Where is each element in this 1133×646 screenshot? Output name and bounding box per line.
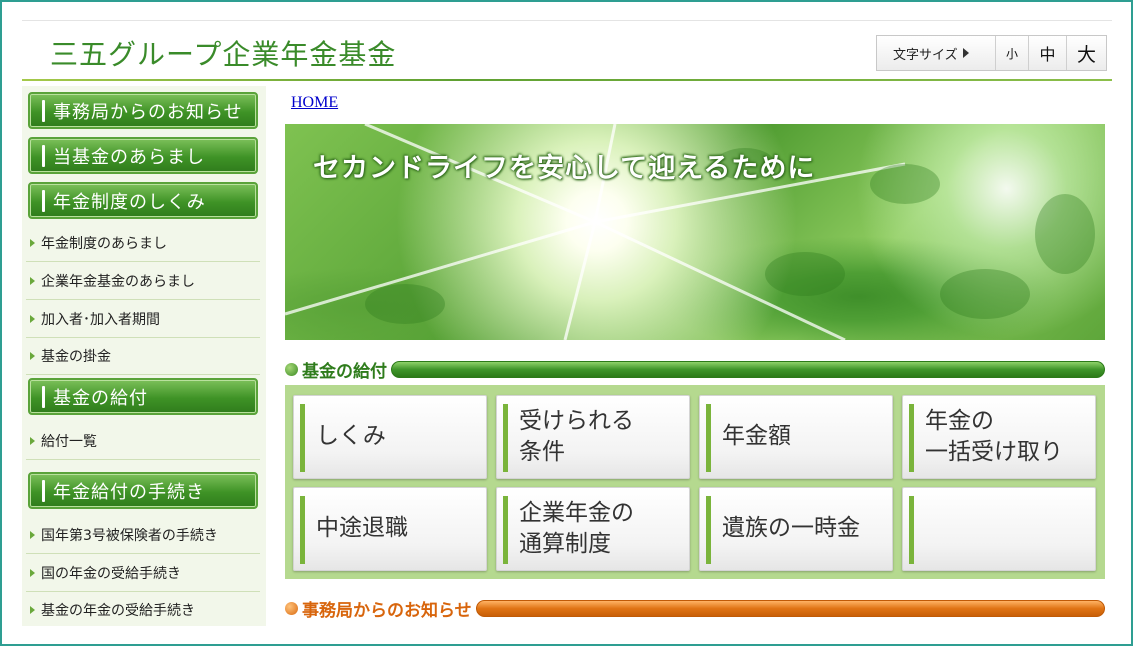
benefit-button-label: 遺族の一時金 [722,515,860,542]
section-rule [475,599,1105,617]
sidebar-item-label: 企業年金基金のあらまし [41,274,195,290]
triangle-right-icon [962,48,969,58]
font-size-large-button[interactable]: 大 [1066,36,1106,70]
font-size-label: 文字サイズ [877,44,995,63]
sidebar-item-label: 年金制度のあらまし [41,236,167,252]
top-divider [22,20,1112,21]
benefit-button-label: 年金の 一括受け取り [925,407,1063,465]
sidebar-item-fund-overview[interactable]: 企業年金基金のあらまし [26,263,260,300]
sidebar-head-label: 当基金のあらまし [53,146,205,168]
font-size-label-text: 文字サイズ [893,47,958,63]
leaf-shape [940,269,1030,319]
hero-banner: セカンドライフを安心して迎えるために [285,124,1105,340]
leaf-shape [870,164,940,204]
accent-bar [706,496,711,564]
sidebar-item-members[interactable]: 加入者･加入者期間 [26,301,260,338]
section-rule [391,360,1105,378]
benefit-button-mid-career-leave[interactable]: 中途退職 [293,487,487,571]
sidebar-item-label: 基金の掛金 [41,349,111,365]
sidebar-head-label: 年金制度のしくみ [53,191,206,213]
font-size-small-button[interactable]: 小 [995,36,1028,70]
triangle-right-icon [30,352,35,360]
benefit-button-label: しくみ [316,423,386,450]
sidebar-item-national-pension[interactable]: 国の年金の受給手続き [26,555,260,592]
light-ray [563,221,597,340]
font-size-medium-button[interactable]: 中 [1028,36,1066,70]
triangle-right-icon [30,531,35,539]
bar-icon [42,144,45,167]
sidebar-head-news[interactable]: 事務局からのお知らせ [28,92,258,129]
bar-icon [42,99,45,122]
sidebar-item-label: 基金の年金の受給手続き [41,603,195,619]
sidebar-item-label: 国年第3号被保険者の手続き [41,528,218,544]
benefit-button-amount[interactable]: 年金額 [699,395,893,479]
sidebar-item-label: 国の年金の受給手続き [41,566,181,582]
section-heading-benefits: 基金の給付 [285,357,1105,382]
sidebar-head-procedures[interactable]: 年金給付の手続き [28,472,258,509]
benefit-button-mechanism[interactable]: しくみ [293,395,487,479]
bar-icon [42,385,45,408]
sidebar-head-benefits[interactable]: 基金の給付 [28,378,258,415]
triangle-right-icon [30,437,35,445]
accent-bar [706,404,711,472]
sidebar-nav: 事務局からのお知らせ 当基金のあらまし 年金制度のしくみ 年金制度のあらまし 企… [22,86,266,626]
accent-bar [300,496,305,564]
sidebar-item-category3[interactable]: 国年第3号被保険者の手続き [26,517,260,554]
leaf-shape [1035,194,1095,274]
breadcrumb-home-link[interactable]: HOME [291,94,338,112]
sidebar-item-benefit-list[interactable]: 給付一覧 [26,423,260,460]
triangle-right-icon [30,569,35,577]
hero-headline: セカンドライフを安心して迎えるために [313,153,816,184]
benefit-button-empty[interactable] [902,487,1096,571]
sidebar-item-system-overview[interactable]: 年金制度のあらまし [26,225,260,262]
sidebar-head-label: 事務局からのお知らせ [53,101,243,123]
benefit-button-label: 年金額 [722,423,791,450]
triangle-right-icon [30,606,35,614]
sidebar-item-label: 加入者･加入者期間 [41,312,160,328]
benefit-button-eligibility[interactable]: 受けられる 条件 [496,395,690,479]
section-title: 事務局からのお知らせ [302,600,472,621]
sidebar-item-fund-pension[interactable]: 基金の年金の受給手続き [26,592,260,626]
bullet-circle-icon [285,362,298,376]
leaf-shape [765,252,845,296]
benefit-button-label: 企業年金の 通算制度 [519,499,634,557]
sidebar-item-label: 給付一覧 [41,434,97,450]
benefit-button-survivor-lump-sum[interactable]: 遺族の一時金 [699,487,893,571]
accent-bar [909,404,914,472]
accent-bar [909,496,914,564]
accent-bar [503,404,508,472]
triangle-right-icon [30,239,35,247]
triangle-right-icon [30,277,35,285]
accent-bar [300,404,305,472]
bar-icon [42,479,45,502]
section-title: 基金の給付 [302,361,387,382]
benefit-button-label: 受けられる 条件 [519,407,634,465]
site-title[interactable]: 三五グループ企業年金基金 [50,33,396,73]
sidebar-head-overview[interactable]: 当基金のあらまし [28,137,258,174]
font-size-switcher: 文字サイズ 小 中 大 [876,35,1107,71]
bullet-circle-icon [285,601,298,615]
sidebar-head-label: 基金の給付 [53,387,148,409]
bar-icon [42,189,45,212]
benefit-button-portability[interactable]: 企業年金の 通算制度 [496,487,690,571]
accent-bar [503,496,508,564]
sidebar-head-pension-system[interactable]: 年金制度のしくみ [28,182,258,219]
benefit-button-grid: しくみ 受けられる 条件 年金額 年金の 一括受け取り 中途退職 企業年金の 通… [285,385,1105,579]
leaf-shape [365,284,445,324]
sidebar-item-contributions[interactable]: 基金の掛金 [26,338,260,375]
benefit-button-lump-sum[interactable]: 年金の 一括受け取り [902,395,1096,479]
section-heading-news: 事務局からのお知らせ [285,596,1105,621]
benefit-button-label: 中途退職 [316,515,408,542]
triangle-right-icon [30,315,35,323]
sidebar-head-label: 年金給付の手続き [53,481,205,503]
header-divider [22,79,1112,81]
